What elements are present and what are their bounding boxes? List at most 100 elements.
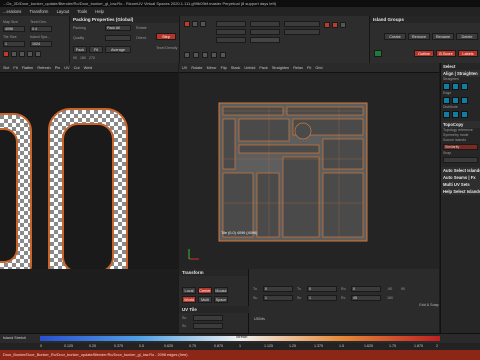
step-neg90[interactable]: -90 (387, 287, 392, 291)
mouse-button[interactable]: Mouse (214, 287, 228, 294)
mode-icon-3[interactable] (19, 51, 25, 57)
left-tool-weld[interactable]: Weld (84, 66, 93, 70)
tv-field[interactable]: 0 (307, 286, 337, 292)
mode-icon-5[interactable] (35, 51, 41, 57)
edge-icon-3[interactable] (461, 97, 468, 104)
uv-tool-unfold[interactable]: Unfold (244, 66, 255, 70)
grid-icon-j[interactable] (211, 52, 217, 58)
edge-icon-2[interactable] (452, 97, 459, 104)
map-size-field[interactable]: 4096 (3, 26, 25, 32)
uvtile-sv-field[interactable] (193, 323, 223, 329)
grid-field-2[interactable] (250, 21, 280, 27)
uv-tool-rotate[interactable]: Rotate (191, 66, 202, 70)
step-90[interactable]: 90 (401, 287, 405, 291)
straighten-icon-1[interactable] (443, 83, 450, 90)
outline-button[interactable]: Outline (414, 50, 434, 57)
uvtile-su-field[interactable] (193, 315, 223, 321)
grid-icon-a[interactable] (184, 21, 190, 27)
grid-icon-k[interactable] (220, 52, 226, 58)
stretch-ruler[interactable]: Island Stretch Stretch (0, 333, 480, 343)
uv-tool-pack[interactable]: Pack (259, 66, 267, 70)
menu-transform[interactable]: Transform (29, 9, 48, 14)
menu-help[interactable]: Help (95, 9, 104, 14)
multi-uv-title[interactable]: Multi UV Sets (441, 181, 480, 188)
uv-tool-grid[interactable]: Grid (315, 66, 322, 70)
grid-icon-d[interactable] (324, 22, 330, 28)
su-field[interactable]: 1 (263, 295, 293, 301)
grid-icon-g[interactable] (184, 52, 190, 58)
snap-field[interactable] (443, 157, 478, 163)
uv-tool-flip[interactable]: Flip (221, 66, 227, 70)
grid-field-7[interactable] (216, 37, 246, 43)
distribute-icon-3[interactable] (461, 111, 468, 118)
angle-270[interactable]: 270 (89, 56, 95, 60)
uv-tool-uv[interactable]: UV (182, 66, 187, 70)
world-button[interactable]: World (182, 296, 196, 303)
grid-field-4[interactable] (216, 29, 246, 35)
group-color-swatch[interactable] (374, 50, 382, 57)
help-select-title[interactable]: Help Select Islands (441, 188, 480, 195)
mode-icon-2[interactable] (11, 51, 17, 57)
create-group-button[interactable]: Create (384, 33, 406, 40)
delete-group-button[interactable]: Delete (456, 33, 478, 40)
uv-tool-fit[interactable]: Fit (307, 66, 311, 70)
quality-field[interactable] (105, 35, 131, 41)
remove-group-button[interactable]: Remove (408, 33, 430, 40)
left-tool-fit[interactable]: Fit (13, 66, 17, 70)
grid-icon-b[interactable] (192, 21, 198, 27)
bscore-button[interactable]: B.Score (436, 50, 456, 57)
mode-icon-1[interactable] (3, 51, 9, 57)
grid-icon-h[interactable] (193, 52, 199, 58)
rc-field[interactable]: 45 (351, 295, 381, 301)
quality-average-button[interactable]: Average (105, 46, 131, 53)
left-tool-cut[interactable]: Cut (74, 66, 80, 70)
texel-density-field[interactable]: 0.4 (30, 26, 52, 32)
distribute-icon-1[interactable] (443, 111, 450, 118)
multi-button[interactable]: Multi (198, 296, 212, 303)
fit-button[interactable]: Fit (89, 46, 103, 53)
uv-viewport[interactable]: Tile (0,0) 4096 (4096) (179, 73, 439, 269)
left-tool-pin[interactable]: Pin (55, 66, 61, 70)
grid-field-6[interactable] (284, 29, 320, 35)
angle-180[interactable]: 180 (80, 56, 86, 60)
setting-source[interactable]: Source islands (441, 138, 480, 143)
local-button[interactable]: Local (182, 287, 196, 294)
grid-field-3[interactable] (284, 21, 320, 27)
similarity-slider[interactable]: Similarity (443, 144, 478, 150)
left-tool-flatten[interactable]: Flatten (22, 66, 34, 70)
menu-layout[interactable]: Layout (57, 9, 70, 14)
rotate-step-button[interactable]: Step (156, 33, 176, 40)
3d-viewport[interactable] (0, 73, 178, 269)
auto-select-title[interactable]: Auto Select Islands (441, 167, 480, 174)
tile-size-field[interactable]: 1 (3, 41, 25, 47)
grid-icon-f[interactable] (340, 22, 346, 28)
left-tool-uv[interactable]: UV (64, 66, 69, 70)
distribute-icon-2[interactable] (452, 111, 459, 118)
grid-icon-e[interactable] (332, 22, 338, 28)
ro-field[interactable]: 0 (351, 286, 381, 292)
mode-icon-4[interactable] (27, 51, 33, 57)
unit-field[interactable]: 1024 (30, 41, 52, 47)
step-180[interactable]: 180 (387, 296, 393, 300)
menu-tools[interactable]: Tools (77, 9, 87, 14)
menu-operations[interactable]: ...erations (3, 9, 21, 14)
center-button[interactable]: Center (198, 287, 212, 294)
auto-seams-title[interactable]: Auto Seams | Fx (441, 174, 480, 181)
pack-button[interactable]: Pack (73, 46, 87, 53)
grid-field-8[interactable] (250, 37, 280, 43)
left-tool-refresh[interactable]: Refresh (37, 66, 50, 70)
tu-field[interactable]: 0 (263, 286, 293, 292)
straighten-icon-3[interactable] (461, 83, 468, 90)
uv-tool-stack[interactable]: Stack (231, 66, 241, 70)
uv-tool-straighten[interactable]: Straighten (272, 66, 289, 70)
grid-icon-i[interactable] (202, 52, 208, 58)
uv-tool-mirror[interactable]: Mirror (207, 66, 217, 70)
space-button[interactable]: Space (214, 296, 228, 303)
grid-field-1[interactable] (216, 21, 246, 27)
labels-button[interactable]: Labels (458, 50, 478, 57)
left-tool-select[interactable]: Slct (3, 66, 9, 70)
sv-field[interactable]: 1 (307, 295, 337, 301)
grid-field-5[interactable] (250, 29, 280, 35)
rename-group-button[interactable]: Rename (432, 33, 454, 40)
edge-icon-1[interactable] (443, 97, 450, 104)
